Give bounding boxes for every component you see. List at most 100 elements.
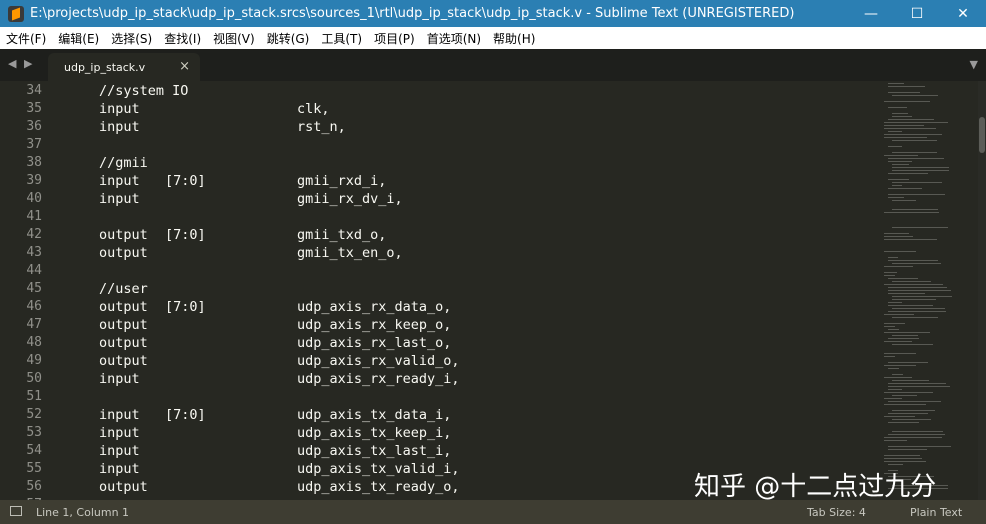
minimap-line — [884, 314, 914, 315]
cursor-position: Line 1, Column 1 — [36, 506, 130, 519]
minimap-line — [884, 284, 943, 285]
minimap-line — [888, 86, 925, 87]
code-keyword: output — [99, 479, 148, 495]
menu-tools[interactable]: 工具(T) — [315, 30, 368, 47]
minimap-line — [892, 380, 929, 381]
line-number: 35 — [26, 101, 42, 116]
menu-find[interactable]: 查找(I) — [158, 30, 207, 47]
tab-udp-ip-stack[interactable]: udp_ip_stack.v × — [48, 53, 200, 81]
line-number: 54 — [26, 443, 42, 458]
minimap-line — [892, 113, 908, 114]
tab-close-icon[interactable]: × — [179, 59, 190, 74]
scrollbar-thumb[interactable] — [979, 117, 985, 153]
tab-nav-arrows-icon[interactable]: ◀ ▶ — [8, 57, 34, 70]
minimap-line — [892, 152, 937, 153]
minimap-line — [888, 188, 922, 189]
minimap-line — [884, 440, 907, 441]
line-number: 47 — [26, 317, 42, 332]
menu-view[interactable]: 视图(V) — [207, 30, 261, 47]
code-keyword: output — [99, 227, 148, 243]
code-view[interactable]: //system IO input clk, input rst_n, //gmii inp… — [60, 81, 880, 500]
minimap-line — [888, 329, 899, 330]
code-keyword: output — [99, 353, 148, 369]
code-identifier: udp_axis_rx_keep_o, — [297, 317, 452, 333]
minimap-line — [888, 290, 951, 291]
menu-file[interactable]: 文件(F) — [0, 30, 52, 47]
minimize-button[interactable]: — — [848, 0, 894, 27]
editor-area[interactable]: 34 35 36 37 38 39 40 41 42 43 44 45 46 47 48 49 50 51 52 53… — [0, 81, 986, 500]
minimap-line — [892, 95, 938, 96]
line-number: 41 — [26, 209, 42, 224]
minimap-line — [892, 263, 941, 264]
code-keyword: output — [99, 299, 148, 315]
minimap-line — [888, 131, 902, 132]
minimap-line — [884, 128, 936, 129]
line-number: 56 — [26, 479, 42, 494]
line-number: 51 — [26, 389, 42, 404]
minimap-line — [884, 323, 905, 324]
code-identifier: udp_axis_rx_ready_i, — [297, 371, 460, 387]
minimap-line — [884, 266, 913, 267]
minimap-line — [892, 227, 948, 228]
code-keyword: input — [99, 101, 140, 117]
line-number: 52 — [26, 407, 42, 422]
tab-list-dropdown-icon[interactable]: ▼ — [970, 58, 978, 71]
tab-label: udp_ip_stack.v — [64, 61, 146, 74]
minimap-line — [888, 146, 902, 147]
minimap-line — [892, 317, 938, 318]
minimap-line — [884, 236, 913, 237]
menu-help[interactable]: 帮助(H) — [487, 30, 541, 47]
minimap[interactable] — [880, 81, 976, 500]
code-width: [7:0] — [165, 299, 206, 315]
line-number: 40 — [26, 191, 42, 206]
code-keyword: input — [99, 443, 140, 459]
line-number: 42 — [26, 227, 42, 242]
minimap-line — [884, 353, 916, 354]
minimap-line — [884, 377, 912, 378]
menu-edit[interactable]: 编辑(E) — [52, 30, 105, 47]
menu-selection[interactable]: 选择(S) — [105, 30, 158, 47]
code-identifier: udp_axis_tx_data_i, — [297, 407, 452, 423]
minimap-line — [892, 182, 942, 183]
close-button[interactable]: ✕ — [940, 0, 986, 27]
line-number: 46 — [26, 299, 42, 314]
code-comment: //system IO — [99, 83, 189, 99]
minimap-line — [888, 446, 951, 447]
maximize-button[interactable]: ☐ — [894, 0, 940, 27]
minimap-line — [884, 341, 912, 342]
minimap-line — [892, 410, 935, 411]
menu-project[interactable]: 项目(P) — [368, 30, 421, 47]
minimap-line — [888, 197, 904, 198]
minimap-line — [884, 365, 916, 366]
line-number: 53 — [26, 425, 42, 440]
minimap-line — [884, 239, 937, 240]
minimap-line — [884, 404, 926, 405]
line-number: 39 — [26, 173, 42, 188]
code-keyword: output — [99, 317, 148, 333]
code-keyword: input — [99, 371, 140, 387]
code-comment: //user — [99, 281, 148, 297]
menu-preferences[interactable]: 首选项(N) — [421, 30, 487, 47]
code-comment: //gmii — [99, 155, 148, 171]
menu-goto[interactable]: 跳转(G) — [261, 30, 316, 47]
minimap-line — [892, 116, 912, 117]
minimap-line — [884, 332, 930, 333]
tab-size-selector[interactable]: Tab Size: 4 — [807, 506, 866, 519]
vertical-scrollbar[interactable] — [978, 81, 986, 500]
code-identifier: gmii_tx_en_o, — [297, 245, 403, 261]
minimap-line — [892, 170, 949, 171]
minimap-line — [888, 260, 938, 261]
line-number: 48 — [26, 335, 42, 350]
panel-toggle-icon[interactable] — [10, 506, 22, 516]
minimap-line — [892, 209, 938, 210]
minimap-line — [884, 155, 918, 156]
minimap-line — [892, 299, 936, 300]
line-number: 45 — [26, 281, 42, 296]
minimap-line — [888, 278, 918, 279]
minimap-line — [888, 386, 950, 387]
status-bar: Line 1, Column 1 Tab Size: 4 Plain Text — [0, 500, 986, 524]
syntax-selector[interactable]: Plain Text — [910, 506, 962, 519]
minimap-line — [884, 212, 939, 213]
minimap-line — [884, 125, 924, 126]
code-identifier: udp_axis_rx_last_o, — [297, 335, 452, 351]
